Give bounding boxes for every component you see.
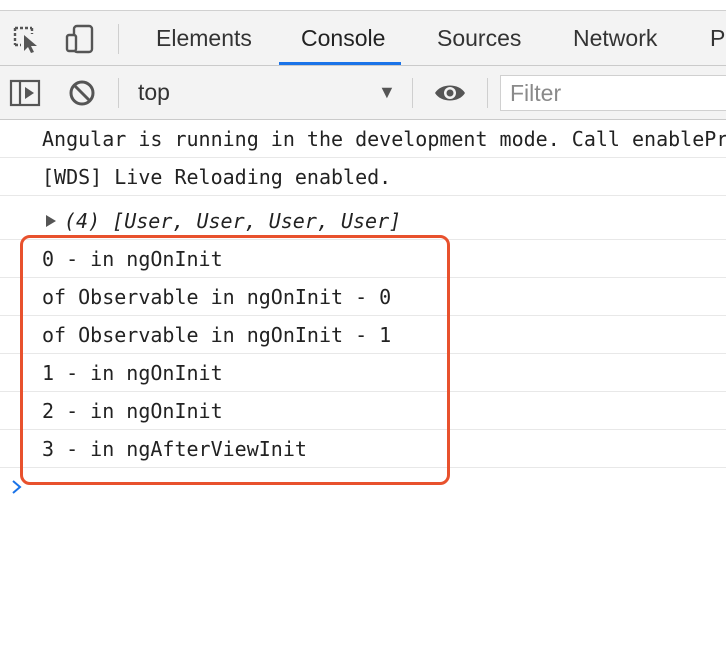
console-prompt-chevron-icon[interactable] — [10, 476, 24, 498]
tab-console[interactable]: Console — [301, 11, 385, 66]
console-message: [WDS] Live Reloading enabled. — [0, 158, 726, 196]
chevron-down-icon: ▼ — [378, 82, 396, 102]
window-top-strip — [0, 0, 726, 10]
toolbar-separator — [118, 78, 119, 108]
toolbar-separator — [412, 78, 413, 108]
toolbar-separator — [487, 78, 488, 108]
execution-context-value: top — [138, 79, 170, 105]
inspect-element-icon[interactable] — [12, 25, 44, 53]
console-message-expandable[interactable]: (4) [User, User, User, User] — [0, 202, 726, 240]
clear-console-icon[interactable] — [68, 79, 96, 107]
show-sidebar-icon[interactable] — [9, 79, 41, 107]
console-message: of Observable in ngOnInit - 1 — [0, 316, 726, 354]
expand-triangle-icon[interactable] — [46, 215, 56, 227]
tab-sources[interactable]: Sources — [437, 11, 521, 66]
tab-network[interactable]: Network — [573, 11, 657, 66]
console-message: 0 - in ngOnInit — [0, 240, 726, 278]
console-message: 3 - in ngAfterViewInit — [0, 430, 726, 468]
tab-separator — [118, 24, 119, 54]
execution-context-select[interactable]: top ▼ — [130, 66, 408, 119]
console-toolbar: top ▼ — [0, 66, 726, 120]
tab-performance[interactable]: P — [710, 11, 725, 66]
console-output: Angular is running in the development mo… — [0, 120, 726, 656]
active-tab-indicator — [279, 62, 401, 65]
console-message: 1 - in ngOnInit — [0, 354, 726, 392]
tab-elements[interactable]: Elements — [156, 11, 252, 66]
device-toolbar-icon[interactable] — [64, 23, 96, 55]
devtools-tab-bar: Elements Console Sources Network P — [0, 10, 726, 66]
filter-input[interactable] — [500, 75, 726, 111]
live-expression-eye-icon[interactable] — [433, 81, 467, 105]
console-message: Angular is running in the development mo… — [0, 120, 726, 158]
console-message: 2 - in ngOnInit — [0, 392, 726, 430]
console-message: of Observable in ngOnInit - 0 — [0, 278, 726, 316]
